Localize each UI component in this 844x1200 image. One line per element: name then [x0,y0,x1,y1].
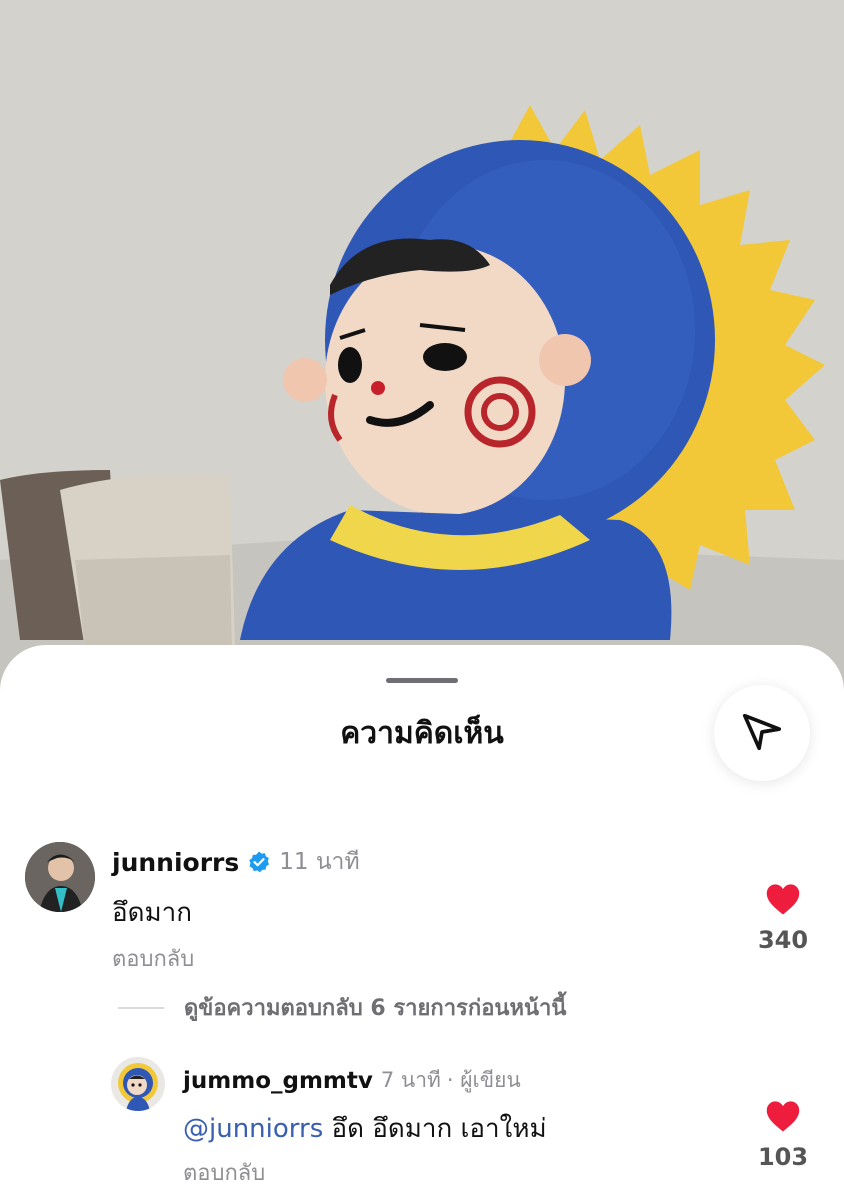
view-previous-replies[interactable]: ดูข้อความตอบกลับ 6 รายการก่อนหน้านี้ [118,990,566,1025]
view-replies-label: ดูข้อความตอบกลับ 6 รายการก่อนหน้านี้ [184,996,567,1021]
heart-icon [764,884,802,920]
divider [118,1006,164,1009]
comment-time: 11 นาที [279,849,360,875]
mention-link[interactable]: @junniorrs [183,1114,323,1144]
reply-button[interactable]: ตอบกลับ [112,941,194,976]
like-button[interactable]: 103 [738,1099,828,1171]
author-badge: · ผู้เขียน [446,1068,521,1092]
reply-body: อึด อึดมาก เอาใหม่ [323,1114,547,1144]
reply-time: 7 นาที [380,1068,441,1092]
reply-username[interactable]: jummo_gmmtv [183,1068,373,1094]
reply-text: @junniorrs อึด อึดมาก เอาใหม่ [183,1108,547,1149]
post-photo [0,0,844,700]
like-count: 103 [757,1143,809,1171]
sheet-grabber[interactable] [386,678,458,683]
share-button[interactable] [714,685,810,781]
like-count: 340 [757,926,809,954]
avatar[interactable] [25,842,95,912]
like-button[interactable]: 340 [738,882,828,954]
comment-username[interactable]: junniorrs [112,848,239,877]
mascot-photo-illustration [0,0,844,700]
verified-badge-icon [247,850,271,874]
avatar[interactable] [111,1057,165,1111]
heart-icon [764,1101,802,1137]
comment-text: อึดมาก [112,898,192,928]
reply-button[interactable]: ตอบกลับ [183,1155,265,1190]
send-icon [739,708,785,758]
